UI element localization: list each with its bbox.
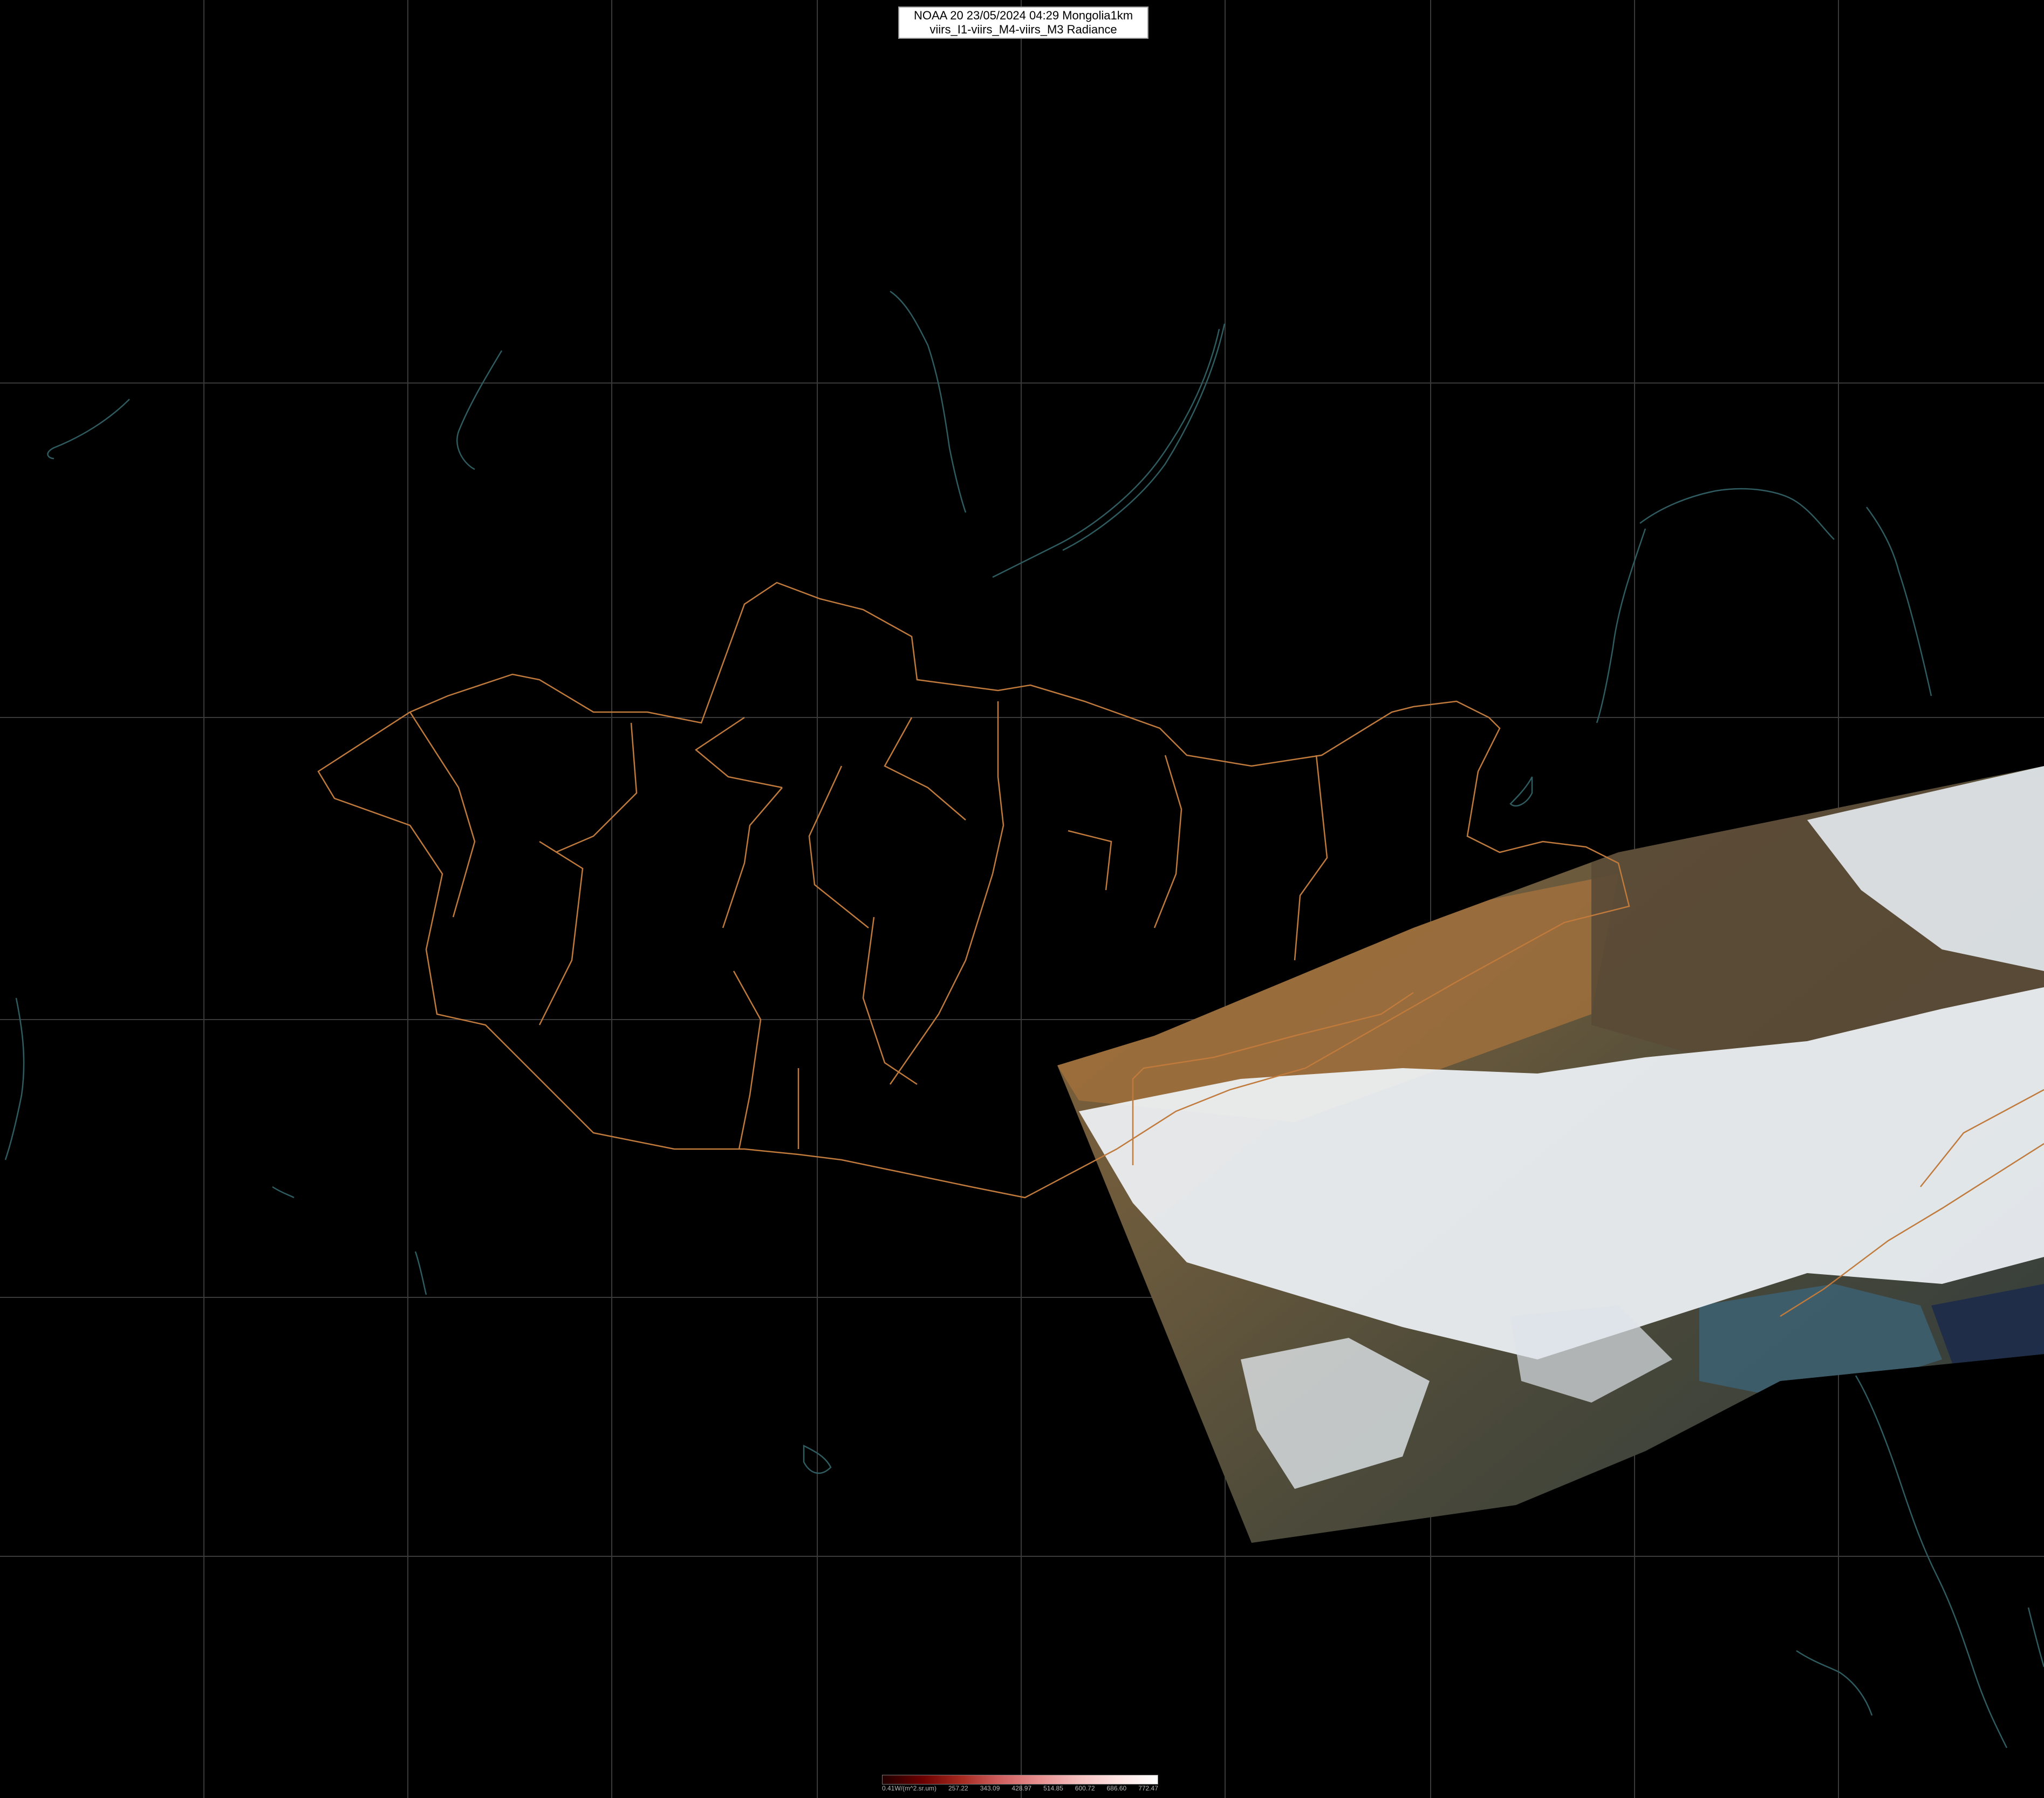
colorbar-label: 343.09 [980, 1785, 1000, 1792]
map-viewer: NOAA 20 23/05/2024 04:29 Mongolia1km vii… [0, 0, 2044, 1798]
colorbar-label: 257.22 [948, 1785, 968, 1792]
map-title-line-2: viirs_I1-viirs_M4-viirs_M3 Radiance [929, 23, 1117, 36]
amur-region-coast [1639, 488, 1835, 540]
angara-river [890, 290, 967, 513]
korean-peninsula-coast [1855, 1375, 2008, 1748]
aimag-border-4 [694, 716, 783, 789]
aimag-border-14 [889, 873, 994, 1085]
aimag-border-7 [884, 717, 966, 821]
hulun-lake [1509, 776, 1533, 807]
aimag-border-10 [1294, 755, 1328, 961]
small-river-west [414, 1251, 427, 1295]
aimag-border-11 [862, 917, 918, 1085]
map-title-box: NOAA 20 23/05/2024 04:29 Mongolia1km vii… [898, 6, 1149, 39]
lake-baikal-outline-inner [1062, 323, 1226, 551]
colorbar-labels: 0.41W/(m^2.sr.um) 257.22 343.09 428.97 5… [882, 1785, 1158, 1792]
southeast-coast [1796, 1650, 1873, 1716]
aimag-border-3 [555, 722, 638, 853]
aimag-border-8 [992, 701, 1004, 874]
colorbar-label: 686.60 [1106, 1785, 1127, 1792]
map-title-line-1: NOAA 20 23/05/2024 04:29 Mongolia1km [913, 9, 1133, 22]
colorbar-label: 600.72 [1075, 1785, 1095, 1792]
colorbar-label: 772.47 [1138, 1785, 1158, 1792]
aimag-border-9 [1153, 755, 1182, 928]
satellite-map [0, 0, 2044, 1798]
colorbar-label: 428.97 [1011, 1785, 1032, 1792]
aimag-border-5 [722, 787, 783, 928]
aimag-border-12 [733, 970, 762, 1150]
colorbar-legend: 0.41W/(m^2.sr.um) 257.22 343.09 428.97 5… [882, 1775, 1158, 1793]
ulaanbaatar-border [1068, 830, 1112, 891]
aimag-border-2 [538, 840, 584, 1026]
ob-river [47, 399, 130, 460]
japan-coast-partial [2027, 1607, 2044, 1667]
yenisei-river [456, 350, 503, 470]
western-river [4, 997, 25, 1160]
northeast-river [1596, 528, 1646, 723]
colorbar-label: 514.85 [1043, 1785, 1063, 1792]
far-east-coast [1865, 507, 1932, 696]
aimag-border-6 [808, 765, 869, 928]
aimag-border-1 [409, 712, 476, 918]
satellite-swath-image [1057, 766, 2044, 1543]
colorbar-label: 0.41W/(m^2.sr.um) [882, 1785, 936, 1792]
lake-baikal-outline [992, 329, 1220, 578]
colorbar-gradient [882, 1775, 1158, 1785]
small-lake-west [272, 1186, 295, 1199]
